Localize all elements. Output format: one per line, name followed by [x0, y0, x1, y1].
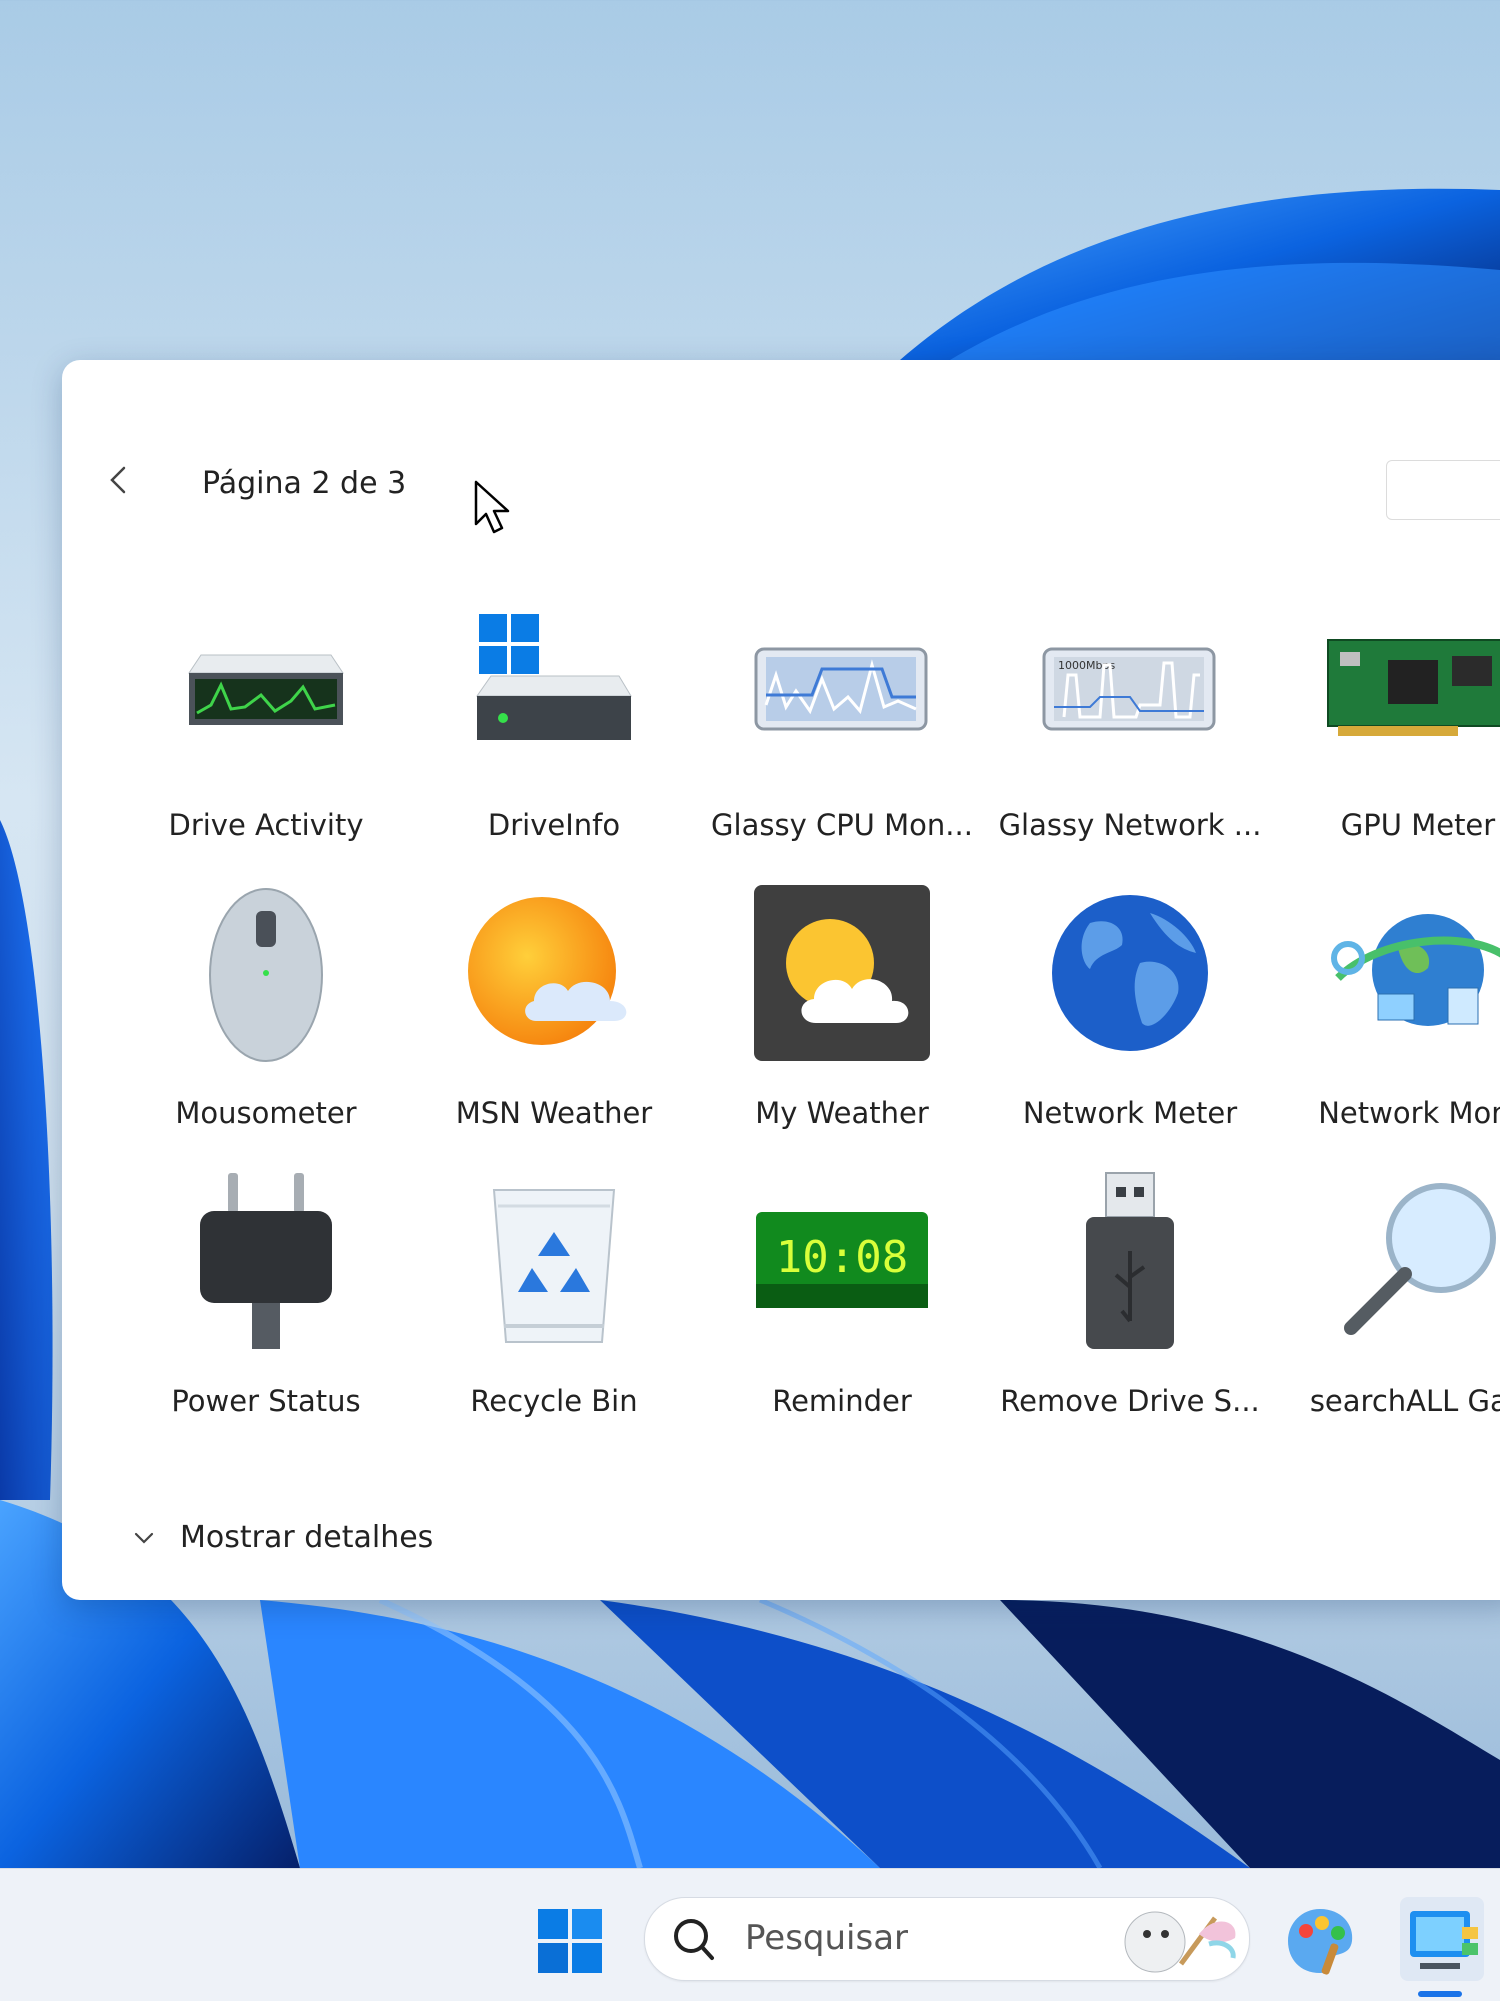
network-graph-icon: 1000Mbps: [1030, 590, 1230, 780]
gadget-label: MSN Weather: [455, 1096, 653, 1130]
search-icon: [674, 1919, 714, 1960]
gadget-label: Drive Activity: [168, 808, 364, 842]
gallery-header: Página 2 de 3: [62, 360, 1500, 520]
drive-info-icon: [454, 590, 654, 780]
gadget-tile[interactable]: Remove Drive S...: [986, 1156, 1274, 1444]
cpu-monitor-icon: [742, 590, 942, 780]
windows-logo-icon: [538, 1909, 602, 1973]
gadget-tile[interactable]: 1000Mbps Glassy Network ...: [986, 580, 1274, 868]
gadget-tile[interactable]: 10:08 Reminder: [698, 1156, 986, 1444]
search-placeholder: Pesquisar: [745, 1918, 909, 1958]
magnifier-icon: [1318, 1166, 1500, 1356]
search-highlight-art-icon: [1124, 1911, 1236, 1973]
drive-activity-icon: [166, 590, 366, 780]
gadget-label: DriveInfo: [487, 808, 621, 842]
mouse-cursor-icon: [472, 480, 512, 544]
gadget-label: Glassy CPU Mon...: [711, 808, 973, 842]
globe-icon: [1030, 878, 1230, 1068]
gadget-tile[interactable]: My Weather: [698, 868, 986, 1156]
gadget-label: searchALL Gad: [1309, 1384, 1500, 1418]
gpu-card-icon: [1318, 590, 1500, 780]
chevron-left-icon: [110, 466, 126, 494]
gadget-tile[interactable]: Network Meter: [986, 868, 1274, 1156]
mouse-icon: [166, 878, 366, 1068]
gadget-tile[interactable]: Drive Activity: [122, 580, 410, 868]
active-app-indicator: [1418, 1991, 1462, 1997]
gadget-label: Network Meter: [1022, 1096, 1238, 1130]
gadget-tile[interactable]: DriveInfo: [410, 580, 698, 868]
digital-clock-icon: 10:08: [742, 1166, 942, 1356]
gadgets-app-button[interactable]: [1400, 1897, 1484, 1981]
previous-page-button[interactable]: [98, 460, 138, 500]
gadget-tile[interactable]: MSN Weather: [410, 868, 698, 1156]
gadget-label: Mousometer: [175, 1096, 357, 1130]
gadget-label: My Weather: [755, 1096, 929, 1130]
taskbar: Pesquisar: [0, 1868, 1500, 2001]
gadget-tile[interactable]: Recycle Bin: [410, 1156, 698, 1444]
usb-drive-icon: [1030, 1166, 1230, 1356]
gadget-tile[interactable]: Mousometer: [122, 868, 410, 1156]
gadget-label: Remove Drive S...: [1000, 1384, 1260, 1418]
page-indicator: Página 2 de 3: [202, 466, 407, 501]
gadget-label: Reminder: [772, 1384, 912, 1418]
gadget-tile[interactable]: Power Status: [122, 1156, 410, 1444]
gadget-label: Recycle Bin: [470, 1384, 638, 1418]
gadget-tile[interactable]: Glassy CPU Mon...: [698, 580, 986, 868]
clock-display: 10:08: [776, 1232, 908, 1283]
start-button[interactable]: [536, 1907, 604, 1975]
gadget-search-input[interactable]: [1386, 460, 1500, 520]
network-globe-icon: [1318, 878, 1500, 1068]
gadget-tile[interactable]: searchALL Gad: [1274, 1156, 1500, 1444]
gadget-label: Glassy Network ...: [998, 808, 1262, 842]
taskbar-search-box[interactable]: Pesquisar: [644, 1897, 1250, 1981]
recycle-bin-icon: [454, 1166, 654, 1356]
gadget-label: GPU Meter: [1340, 808, 1496, 842]
sun-cloud-icon: [454, 878, 654, 1068]
show-details-toggle[interactable]: Mostrar detalhes: [132, 1520, 433, 1555]
gadget-tile[interactable]: Network Moni: [1274, 868, 1500, 1156]
paint-app-button[interactable]: [1282, 1903, 1358, 1979]
gadget-gallery-window: Página 2 de 3 Drive Activity DriveInfo G…: [62, 360, 1500, 1600]
gadget-label: Power Status: [171, 1384, 361, 1418]
gadget-tile[interactable]: GPU Meter: [1274, 580, 1500, 868]
power-plug-icon: [166, 1166, 366, 1356]
gadgets-app-icon: [1410, 1911, 1478, 1969]
chevron-down-icon: [134, 1532, 154, 1544]
paint-palette-icon: [1288, 1909, 1353, 1975]
gadget-label: Network Moni: [1318, 1096, 1500, 1130]
weather-tile-icon: [742, 878, 942, 1068]
show-details-label: Mostrar detalhes: [180, 1520, 434, 1555]
